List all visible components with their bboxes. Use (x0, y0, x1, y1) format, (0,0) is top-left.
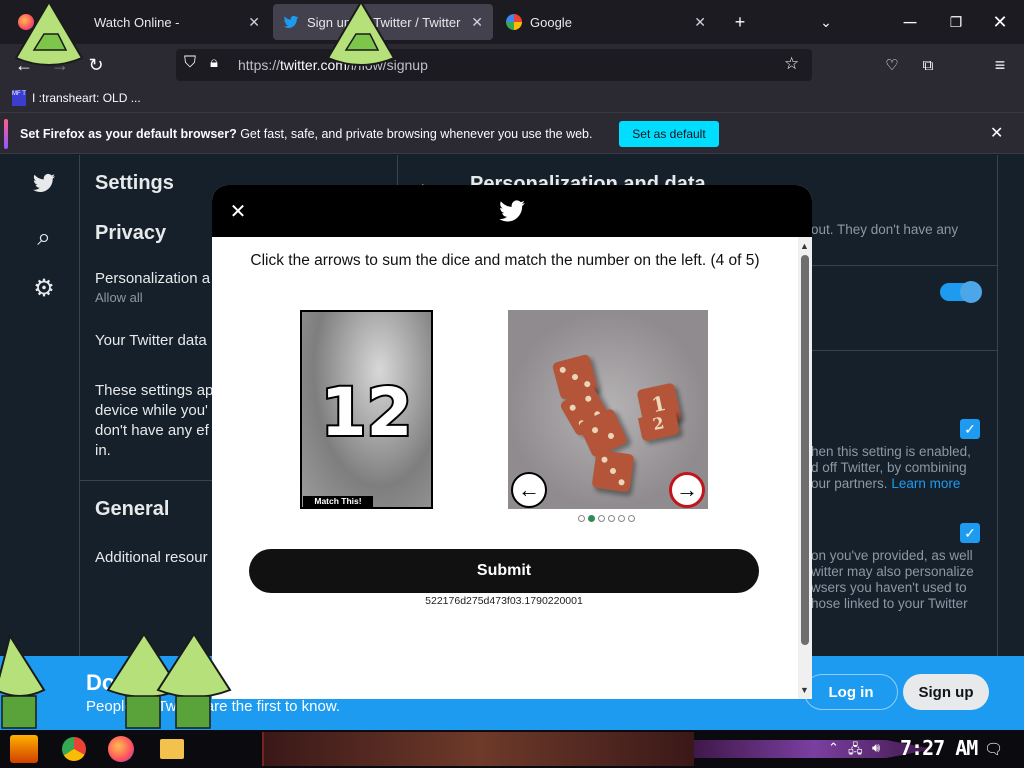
detail-text: out. They don't have any (811, 222, 959, 237)
taskbar-wallpaper (262, 732, 694, 766)
dice-position-dots (578, 515, 635, 525)
bookmark-star-icon[interactable]: ☆ (784, 54, 799, 74)
chrome-icon[interactable] (62, 737, 86, 761)
set-default-button[interactable]: Set as default (619, 121, 719, 147)
personalization-toggle[interactable] (940, 281, 982, 303)
close-icon[interactable]: ✕ (990, 123, 1003, 143)
notifications-icon[interactable]: 🗨︎ (984, 740, 1003, 758)
pocket-icon[interactable]: ♡ (878, 51, 906, 79)
settings-title: Settings (95, 172, 174, 194)
notification-accent (4, 119, 8, 149)
personalization-item[interactable]: Personalization a (95, 270, 210, 287)
shield-icon[interactable]: ⛉ (184, 54, 196, 72)
taskbar: ⌃ 🖧︎ 🔊︎ 7:27 AM 🗨︎ (0, 730, 1024, 768)
folder-icon[interactable] (160, 739, 184, 759)
privacy-heading: Privacy (95, 222, 167, 244)
scroll-up-icon[interactable]: ▲ (800, 241, 809, 251)
next-arrow-button[interactable]: → (669, 472, 705, 508)
menu-icon[interactable]: ≡ (986, 51, 1014, 79)
browser-tab-bar: Watch Online - ✕ Sign up for Twitter / T… (0, 0, 1024, 44)
firefox-icon[interactable] (108, 736, 134, 762)
close-icon[interactable]: ✕ (248, 14, 260, 31)
close-icon[interactable]: ✕ (471, 14, 483, 31)
captcha-body: Click the arrows to sum the dice and mat… (212, 237, 798, 699)
taskbar-decoration (694, 740, 934, 758)
scroll-down-icon[interactable]: ▼ (800, 685, 809, 695)
previous-arrow-button[interactable]: ← (511, 472, 547, 508)
gem-characters-icon (106, 632, 232, 729)
setting-checkbox[interactable]: ✓ (960, 419, 980, 439)
tab-google[interactable]: Google ✕ (496, 4, 716, 40)
position-dot (608, 515, 615, 522)
scrollbar-thumb[interactable] (801, 255, 809, 645)
login-button[interactable]: Log in (804, 674, 898, 710)
screen: Watch Online - ✕ Sign up for Twitter / T… (0, 0, 1024, 768)
list-tabs-icon[interactable]: ⌄ (812, 8, 840, 36)
gem-character-icon (326, 0, 396, 66)
target-number: 12 (319, 372, 415, 453)
reload-icon[interactable]: ↻ (82, 51, 110, 79)
captcha-instruction: Click the arrows to sum the dice and mat… (250, 252, 760, 269)
submit-button[interactable]: Submit (249, 549, 759, 593)
bookmark-label: I :transheart: OLD ... (32, 91, 141, 105)
position-dot (578, 515, 585, 522)
new-tab-icon[interactable]: + (726, 8, 754, 36)
twitter-logo-icon (496, 197, 528, 225)
position-dot (588, 515, 595, 522)
gem-character-icon (0, 633, 46, 729)
gem-character-icon (14, 0, 84, 66)
gear-icon[interactable]: ⚙ (26, 270, 62, 306)
google-icon (506, 14, 522, 30)
setting-checkbox[interactable]: ✓ (960, 523, 980, 543)
learn-more-link[interactable]: Learn more (891, 476, 960, 491)
position-dot (598, 515, 605, 522)
general-heading: General (95, 498, 170, 520)
network-icon[interactable]: 🖧︎ (848, 740, 863, 762)
clock[interactable]: 7:27 AM (900, 736, 978, 760)
captcha-modal: ✕ Click the arrows to sum the dice and m… (212, 185, 812, 699)
position-dot (618, 515, 625, 522)
maximize-icon[interactable]: ❐ (942, 8, 970, 36)
detail-text: on you've provided, as well witter may a… (811, 548, 974, 611)
session-id: 522176d275d473f03.1790220001 (425, 595, 583, 607)
chevron-up-icon[interactable]: ⌃ (828, 740, 839, 756)
dice-image: 1 2 ← → (508, 310, 708, 509)
search-icon[interactable]: ⌕ (26, 220, 62, 256)
additional-resources-item[interactable]: Additional resour (95, 549, 208, 566)
close-window-icon[interactable]: ✕ (986, 8, 1014, 36)
twitter-logo-icon[interactable] (26, 165, 62, 201)
tab-title: Google (530, 14, 572, 30)
notification-message: Set Firefox as your default browser? Get… (20, 127, 593, 141)
personalization-sub: Allow all (95, 290, 143, 305)
bookmark-favicon-icon: MF T (12, 90, 26, 106)
close-icon[interactable]: ✕ (226, 199, 250, 223)
match-this-label: Match This! (303, 496, 373, 507)
modal-header: ✕ (212, 185, 812, 237)
signup-button[interactable]: Sign up (903, 674, 989, 710)
browser-nav-bar: ← → ↻ ⛉ 🔒︎ https://twitter.com/i/flow/si… (0, 44, 1024, 86)
modal-scrollbar[interactable]: ▲ ▼ (798, 237, 812, 699)
die (591, 449, 635, 493)
bookmarks-toolbar: MF T I :transheart: OLD ... (0, 86, 1024, 112)
lock-icon[interactable]: 🔒︎ (210, 54, 218, 71)
twitter-icon (283, 14, 299, 30)
position-dot (628, 515, 635, 522)
volume-icon[interactable]: 🔊︎ (872, 740, 880, 756)
url-bar[interactable]: ⛉ 🔒︎ https://twitter.com/i/flow/signup ☆ (176, 49, 812, 81)
close-icon[interactable]: ✕ (694, 14, 706, 31)
twitter-data-item[interactable]: Your Twitter data (95, 332, 207, 349)
minimize-icon[interactable]: ─ (896, 8, 924, 36)
detail-text: hen this setting is enabled, d off Twitt… (811, 444, 971, 491)
start-button-icon[interactable] (10, 735, 38, 763)
bookmark-item[interactable]: MF T I :transheart: OLD ... (12, 90, 141, 106)
target-number-card: 12 Match This! (300, 310, 433, 509)
extensions-icon[interactable]: ⧉ (914, 51, 942, 79)
default-browser-notification: Set Firefox as your default browser? Get… (0, 112, 1024, 154)
